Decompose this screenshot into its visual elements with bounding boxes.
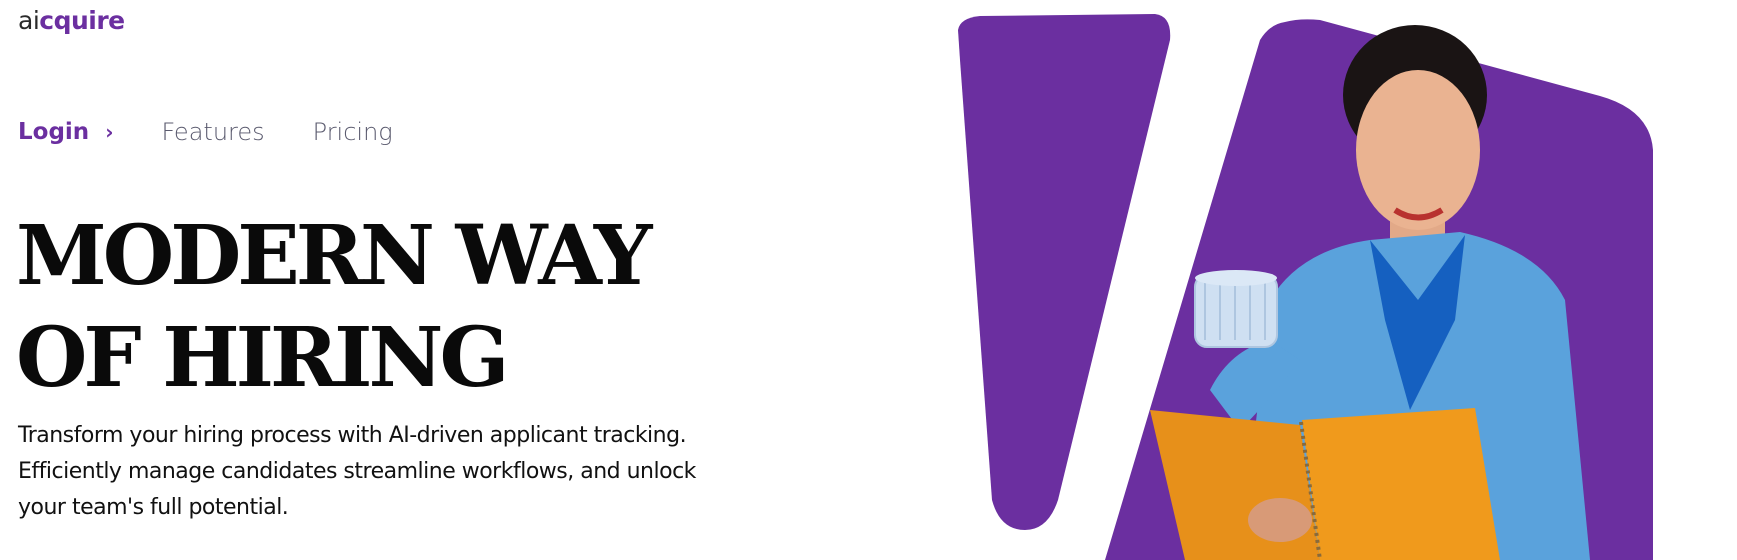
login-label: Login bbox=[18, 119, 90, 145]
headline-line-2: OF HIRING bbox=[16, 310, 510, 406]
chevron-right-icon: › bbox=[105, 120, 114, 144]
logo-prefix: ai bbox=[18, 6, 40, 35]
main-nav: Login › Features Pricing bbox=[18, 118, 393, 146]
hero-headline: MODERN WAY OF HIRING bbox=[16, 205, 652, 409]
logo-suffix: cquire bbox=[39, 6, 125, 35]
nav-features-link[interactable]: Features bbox=[161, 118, 264, 146]
hero-subtext: Transform your hiring process with AI-dr… bbox=[18, 423, 696, 520]
brand-logo[interactable]: aicquire bbox=[18, 6, 125, 35]
hero-illustration bbox=[940, 0, 1737, 560]
person-face bbox=[1356, 70, 1480, 230]
nav-pricing-link[interactable]: Pricing bbox=[313, 118, 393, 146]
login-link[interactable]: Login › bbox=[18, 119, 113, 145]
hero-image bbox=[958, 14, 1653, 560]
headline-line-1: MODERN WAY bbox=[16, 208, 652, 304]
